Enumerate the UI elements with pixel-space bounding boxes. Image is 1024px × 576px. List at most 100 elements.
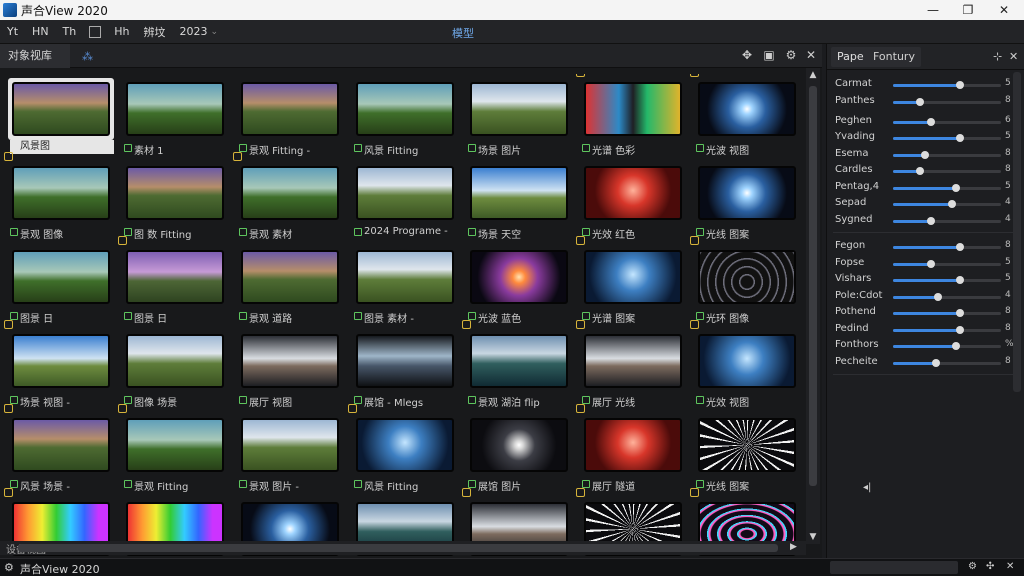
- asset-thumbnail[interactable]: 图景 日: [118, 236, 232, 328]
- asset-thumbnail[interactable]: 图 数 Fitting: [122, 162, 232, 244]
- asset-thumbnail[interactable]: 展厅 隧道: [576, 404, 690, 496]
- maximize-button[interactable]: ❐: [950, 0, 986, 20]
- tab-fontury[interactable]: Fontury: [867, 47, 921, 67]
- scroll-up-icon[interactable]: ▲: [808, 70, 818, 80]
- asset-thumbnail[interactable]: 图像 场景: [122, 330, 232, 412]
- menu-item-4[interactable]: Hh: [107, 25, 136, 38]
- layout-icon[interactable]: [89, 25, 102, 38]
- property-slider[interactable]: [893, 325, 1001, 334]
- scroll-down-icon[interactable]: ▼: [808, 532, 818, 542]
- slider-handle[interactable]: [955, 134, 964, 142]
- settings-small-icon[interactable]: ⚙: [968, 561, 977, 572]
- asset-thumbnail[interactable]: 景观 Fitting: [118, 404, 232, 496]
- property-slider[interactable]: [893, 150, 1001, 159]
- asset-thumbnail[interactable]: 景观 图片 -: [237, 414, 347, 496]
- asset-thumbnail[interactable]: 风景 Fitting: [352, 78, 462, 160]
- asset-thumbnail[interactable]: 场景 天空: [466, 162, 576, 244]
- slider-handle[interactable]: [916, 167, 924, 175]
- asset-thumbnail[interactable]: 光线 图案: [694, 414, 804, 496]
- slider-handle[interactable]: [926, 117, 935, 126]
- asset-thumbnail[interactable]: 素材 1: [122, 78, 232, 160]
- asset-thumbnail[interactable]: 光波 视图: [690, 74, 804, 160]
- horizontal-scrollbar[interactable]: 设备视图 ▶: [0, 541, 806, 556]
- slider-handle[interactable]: [934, 292, 943, 301]
- slider-handle[interactable]: [948, 200, 957, 208]
- slider-handle[interactable]: [955, 325, 964, 334]
- slider-handle[interactable]: [926, 259, 935, 268]
- property-slider[interactable]: [893, 81, 1001, 89]
- asset-thumbnail[interactable]: 景观 Fitting -: [237, 78, 347, 160]
- property-slider[interactable]: [893, 183, 1001, 192]
- close-window-button[interactable]: ✕: [984, 0, 1024, 20]
- property-slider[interactable]: [893, 358, 1001, 367]
- asset-thumbnail[interactable]: 景观 素材: [233, 152, 347, 244]
- asset-thumbnail[interactable]: 光环 图像: [690, 236, 804, 328]
- property-slider[interactable]: [893, 276, 1001, 284]
- asset-thumbnail[interactable]: 2024 Programe -: [352, 162, 462, 244]
- asset-thumbnail[interactable]: 光谱 色彩: [576, 74, 690, 160]
- menu-item-1[interactable]: Yt: [0, 25, 25, 38]
- move-icon[interactable]: ✥: [740, 48, 754, 62]
- chart-icon[interactable]: ⁂: [82, 50, 93, 63]
- menu-item-5[interactable]: 辨坟: [137, 24, 173, 40]
- slider-handle[interactable]: [955, 309, 964, 317]
- property-slider[interactable]: [893, 259, 1001, 268]
- slider-handle[interactable]: [955, 81, 964, 89]
- asset-thumbnail[interactable]: 光效 红色: [580, 162, 690, 244]
- tab-asset-library[interactable]: 对象视库: [0, 44, 70, 68]
- asset-thumbnail[interactable]: 风景图: [8, 78, 118, 160]
- asset-thumbnail[interactable]: 光效 视图: [690, 320, 804, 412]
- asset-thumbnail[interactable]: 景观 湖泊 flip: [462, 320, 576, 412]
- vertical-scrollbar[interactable]: ▲ ▼: [806, 68, 820, 544]
- property-slider[interactable]: [893, 309, 1001, 317]
- property-slider[interactable]: [893, 292, 1001, 301]
- slider-handle[interactable]: [916, 97, 924, 106]
- close-panel-icon[interactable]: ✕: [1009, 50, 1018, 63]
- asset-thumbnail[interactable]: 图景 素材 -: [352, 246, 462, 328]
- close-small-icon[interactable]: ✕: [1006, 561, 1014, 572]
- property-slider[interactable]: [893, 342, 1001, 350]
- property-slider[interactable]: [893, 134, 1001, 142]
- settings-icon[interactable]: ⚙: [784, 48, 798, 62]
- slider-handle[interactable]: [951, 183, 960, 192]
- tab-pape[interactable]: Pape: [831, 47, 870, 67]
- asset-thumbnail[interactable]: 展馆 - Mlegs: [352, 330, 462, 412]
- status-input[interactable]: [830, 561, 958, 574]
- asset-thumbnail[interactable]: 光谱 图案: [576, 236, 690, 328]
- asset-thumbnail[interactable]: 光波 蓝色: [466, 246, 576, 328]
- asset-thumbnail[interactable]: 景观 图像: [4, 152, 118, 244]
- asset-thumbnail[interactable]: 场景 图片: [466, 78, 576, 160]
- gear-icon[interactable]: ⚙: [4, 561, 14, 574]
- asset-thumbnail[interactable]: 展馆 图片: [466, 414, 576, 496]
- asset-thumbnail[interactable]: 展厅 视图: [237, 330, 347, 412]
- pin-icon[interactable]: ⊹: [993, 50, 1002, 63]
- asset-thumbnail[interactable]: 风景 场景 -: [4, 404, 118, 496]
- menu-item-3[interactable]: Th: [56, 25, 84, 38]
- menu-item-2[interactable]: HN: [25, 25, 56, 38]
- horizontal-scroll-thumb[interactable]: [18, 544, 778, 552]
- property-slider[interactable]: [893, 200, 1001, 208]
- slider-handle[interactable]: [921, 150, 930, 159]
- options-icon[interactable]: ✣: [986, 561, 994, 572]
- slider-handle[interactable]: [955, 276, 964, 284]
- slider-handle[interactable]: [955, 243, 964, 251]
- property-slider[interactable]: [893, 216, 1001, 225]
- property-slider[interactable]: [893, 167, 1001, 175]
- asset-thumbnail[interactable]: 风景 Fitting: [348, 404, 462, 496]
- menu-item-6[interactable]: 2023: [173, 25, 215, 38]
- property-slider[interactable]: [893, 97, 1001, 106]
- property-slider[interactable]: [893, 243, 1001, 251]
- window-icon[interactable]: ▣: [762, 48, 776, 62]
- scroll-right-icon[interactable]: ▶: [790, 542, 797, 552]
- workspace-label[interactable]: 模型: [452, 25, 474, 41]
- asset-thumbnail[interactable]: 场景 视图 -: [4, 320, 118, 412]
- chevron-down-icon[interactable]: ⌄: [211, 27, 219, 37]
- minimize-button[interactable]: —: [915, 0, 951, 20]
- properties-scrollbar[interactable]: [1013, 72, 1021, 392]
- asset-thumbnail[interactable]: 展厅 光线: [576, 320, 690, 412]
- asset-thumbnail[interactable]: 图景 日: [8, 246, 118, 328]
- property-slider[interactable]: [893, 117, 1001, 126]
- close-panel-icon[interactable]: ✕: [804, 48, 818, 62]
- asset-thumbnail[interactable]: 光线 图案: [694, 162, 804, 244]
- slider-handle[interactable]: [932, 358, 941, 367]
